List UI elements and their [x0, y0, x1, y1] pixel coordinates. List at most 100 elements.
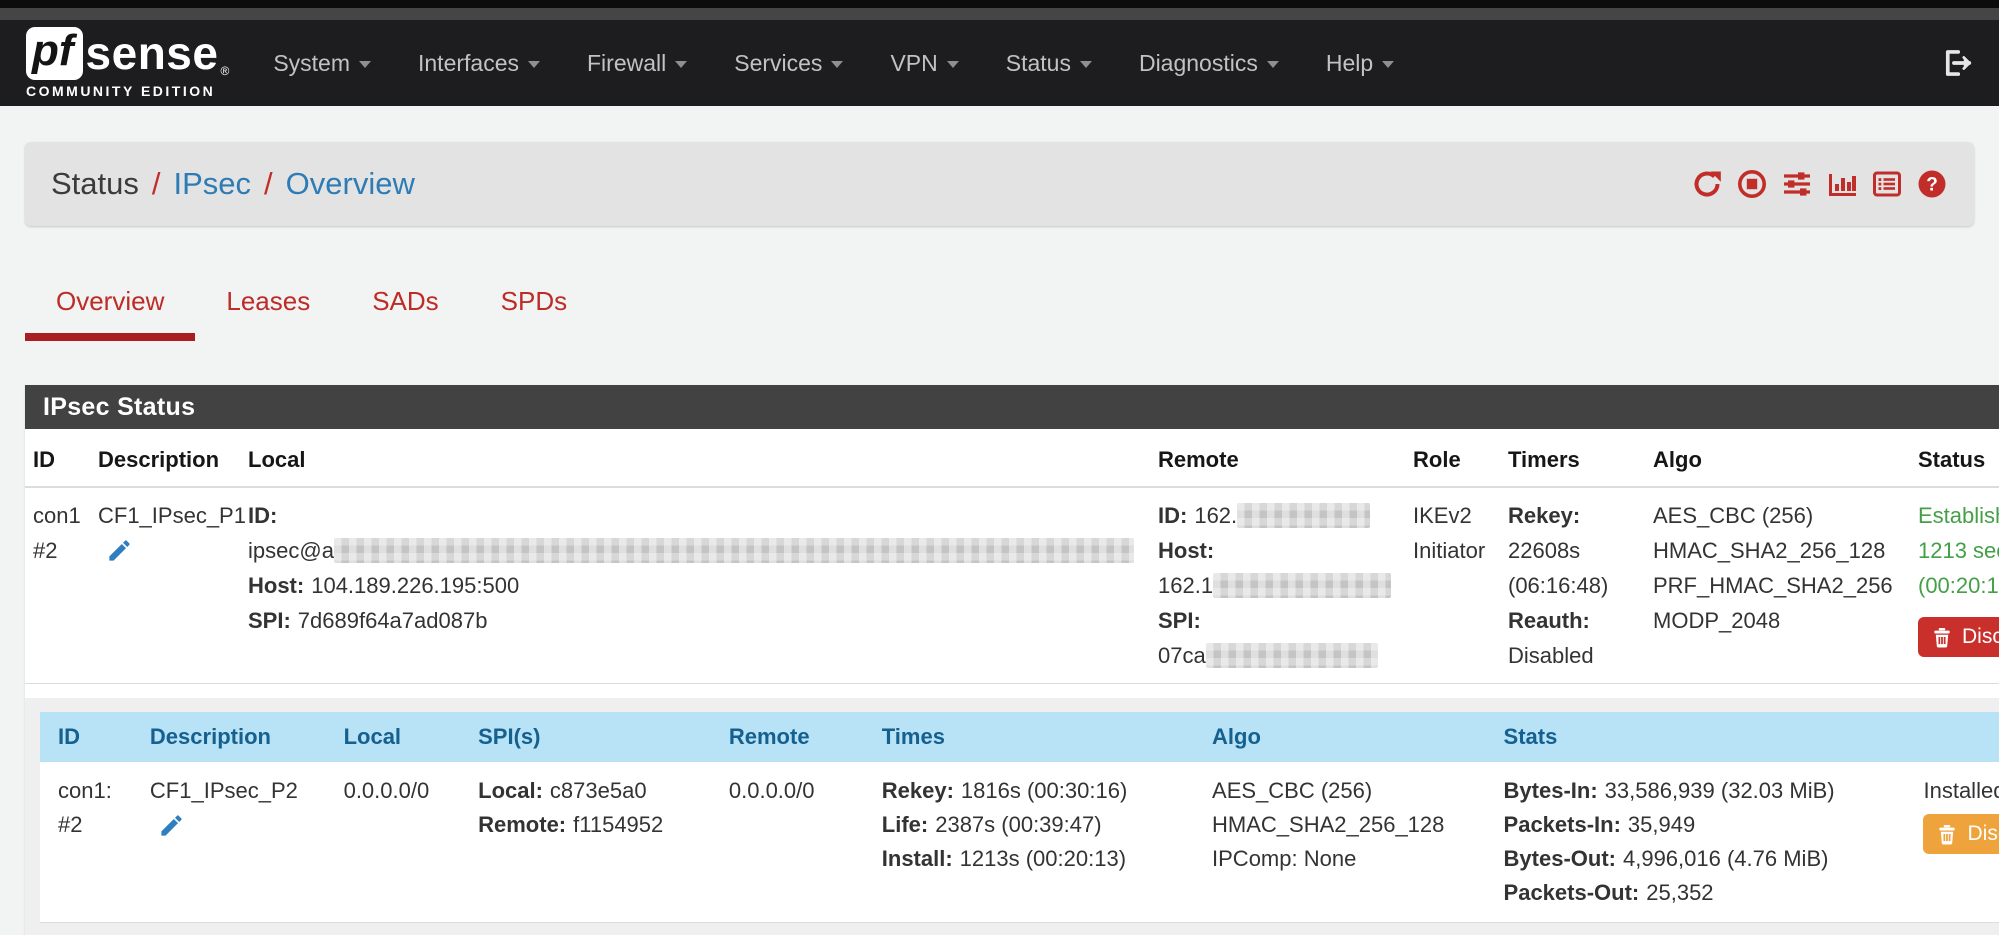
cell-remote: ID:162. Host: 162.1 SPI: 07ca — [1150, 487, 1405, 684]
chevron-down-icon — [1382, 61, 1394, 68]
logo-registered-mark: ® — [220, 64, 229, 78]
window-top-strip — [0, 8, 1999, 20]
col-header-status: Status — [1910, 429, 1999, 487]
cell-child-status: Installed Disconnect — [1915, 762, 1999, 923]
nav-item-help[interactable]: Help — [1326, 50, 1394, 77]
tab-overview[interactable]: Overview — [25, 286, 195, 341]
nav-item-label: Firewall — [587, 50, 666, 77]
chevron-down-icon — [831, 61, 843, 68]
cell-timers: Rekey: 22608s (06:16:48) Reauth: Disable… — [1500, 487, 1645, 684]
edit-pencil-icon[interactable] — [106, 537, 133, 574]
ipsec-tabs: Overview Leases SADs SPDs — [25, 286, 1974, 341]
redacted-text — [1213, 573, 1391, 598]
nav-item-system[interactable]: System — [273, 50, 371, 77]
trash-icon — [1936, 823, 1958, 845]
redacted-text — [334, 538, 1134, 563]
col-header-timers: Timers — [1500, 429, 1645, 487]
child-disconnect-button[interactable]: Disconnect — [1923, 814, 1999, 854]
ipsec-sa-table: ID Description Local Remote Role Timers … — [25, 429, 1999, 684]
cell-local: ID: ipsec@a Host:104.189.226.195:500 SPI… — [240, 487, 1150, 684]
child-col-header-local: Local — [336, 712, 471, 762]
help-icon[interactable]: ? — [1916, 168, 1948, 200]
stop-icon[interactable] — [1736, 168, 1768, 200]
breadcrumb-separator: / — [152, 166, 161, 201]
col-header-algo: Algo — [1645, 429, 1910, 487]
cell-child-stats: Bytes-In:33,586,939 (32.03 MiB) Packets-… — [1496, 762, 1916, 923]
ipsec-status-panel: IPsec Status ID Description Local Remote… — [25, 385, 1999, 935]
nav-item-label: Diagnostics — [1139, 50, 1258, 77]
sa-table-header-row: ID Description Local Remote Role Timers … — [25, 429, 1999, 487]
refresh-icon[interactable] — [1691, 168, 1723, 200]
nav-item-services[interactable]: Services — [734, 50, 843, 77]
logo-sense-text: sense — [86, 30, 219, 76]
tab-sads[interactable]: SADs — [341, 286, 469, 341]
redacted-text — [1206, 643, 1378, 668]
col-header-local: Local — [240, 429, 1150, 487]
svg-text:?: ? — [1926, 175, 1938, 196]
sign-out-icon[interactable] — [1941, 47, 1973, 79]
nav-item-status[interactable]: Status — [1006, 50, 1092, 77]
nav-item-label: System — [273, 50, 350, 77]
child-table-header-row: ID Description Local SPI(s) Remote Times… — [40, 712, 1999, 762]
nav-item-firewall[interactable]: Firewall — [587, 50, 687, 77]
panel-title: IPsec Status — [25, 385, 1999, 429]
cell-child-spis: Local:c873e5a0 Remote:f1154952 — [470, 762, 721, 923]
child-sa-table: ID Description Local SPI(s) Remote Times… — [40, 712, 1999, 923]
status-established: Established — [1918, 498, 1999, 533]
child-col-header-remote: Remote — [721, 712, 874, 762]
breadcrumb: Status / IPsec / Overview — [51, 166, 415, 202]
cell-algo: AES_CBC (256) HMAC_SHA2_256_128 PRF_HMAC… — [1645, 487, 1910, 684]
cell-child-times: Rekey:1816s (00:30:16) Life:2387s (00:39… — [874, 762, 1204, 923]
col-header-role: Role — [1405, 429, 1500, 487]
trash-icon — [1931, 626, 1953, 648]
browser-top-strip — [0, 0, 1999, 8]
cell-status: Established 1213 seconds (00:20:13) Disc… — [1910, 487, 1999, 684]
cell-child-local: 0.0.0.0/0 — [336, 762, 471, 923]
breadcrumb-link-ipsec[interactable]: IPsec — [174, 166, 252, 201]
logo-edition-text: COMMUNITY EDITION — [26, 83, 229, 99]
nav-item-label: Interfaces — [418, 50, 519, 77]
child-col-header-spis: SPI(s) — [470, 712, 721, 762]
main-navbar: pf sense ® COMMUNITY EDITION System Inte… — [0, 20, 1999, 106]
redacted-text — [1237, 503, 1370, 528]
cell-child-remote: 0.0.0.0/0 — [721, 762, 874, 923]
nav-item-label: VPN — [890, 50, 937, 77]
edit-pencil-icon[interactable] — [158, 812, 185, 849]
cell-child-description: CF1_IPsec_P2 — [142, 762, 336, 923]
list-icon[interactable] — [1871, 168, 1903, 200]
status-installed: Installed — [1923, 774, 1999, 808]
chart-bar-icon[interactable] — [1826, 168, 1858, 200]
child-col-header-id: ID — [40, 712, 142, 762]
chevron-down-icon — [359, 61, 371, 68]
breadcrumb-link-overview[interactable]: Overview — [286, 166, 415, 201]
nav-item-vpn[interactable]: VPN — [890, 50, 958, 77]
chevron-down-icon — [947, 61, 959, 68]
chevron-down-icon — [1267, 61, 1279, 68]
cell-child-algo: AES_CBC (256) HMAC_SHA2_256_128 IPComp: … — [1204, 762, 1496, 923]
cell-role: IKEv2 Initiator — [1405, 487, 1500, 684]
disconnect-button[interactable]: Disconnect — [1918, 617, 1999, 657]
chevron-down-icon — [1080, 61, 1092, 68]
child-table-row: con1: #2 CF1_IPsec_P2 0.0.0.0/0 Local — [40, 762, 1999, 923]
breadcrumb-separator: / — [264, 166, 273, 201]
chevron-down-icon — [675, 61, 687, 68]
nav-item-label: Help — [1326, 50, 1373, 77]
col-header-remote: Remote — [1150, 429, 1405, 487]
nav-menu: System Interfaces Firewall Services VPN … — [273, 50, 1441, 77]
chevron-down-icon — [528, 61, 540, 68]
cell-id: con1 #2 — [25, 487, 90, 684]
col-header-id: ID — [25, 429, 90, 487]
nav-item-interfaces[interactable]: Interfaces — [418, 50, 540, 77]
sliders-icon[interactable] — [1781, 168, 1813, 200]
logo-pf-box: pf — [26, 27, 83, 79]
tab-spds[interactable]: SPDs — [470, 286, 598, 341]
breadcrumb-bar: Status / IPsec / Overview — [25, 142, 1974, 226]
child-col-header-description: Description — [142, 712, 336, 762]
sa-table-row: con1 #2 CF1_IPsec_P1 ID: ipsec@a Host:10… — [25, 487, 1999, 684]
nav-item-diagnostics[interactable]: Diagnostics — [1139, 50, 1279, 77]
tab-leases[interactable]: Leases — [195, 286, 341, 341]
child-sa-section: ID Description Local SPI(s) Remote Times… — [25, 684, 1999, 935]
pfsense-logo[interactable]: pf sense ® COMMUNITY EDITION — [26, 27, 229, 98]
breadcrumb-section: Status — [51, 166, 139, 201]
child-col-header-status — [1915, 712, 1999, 762]
